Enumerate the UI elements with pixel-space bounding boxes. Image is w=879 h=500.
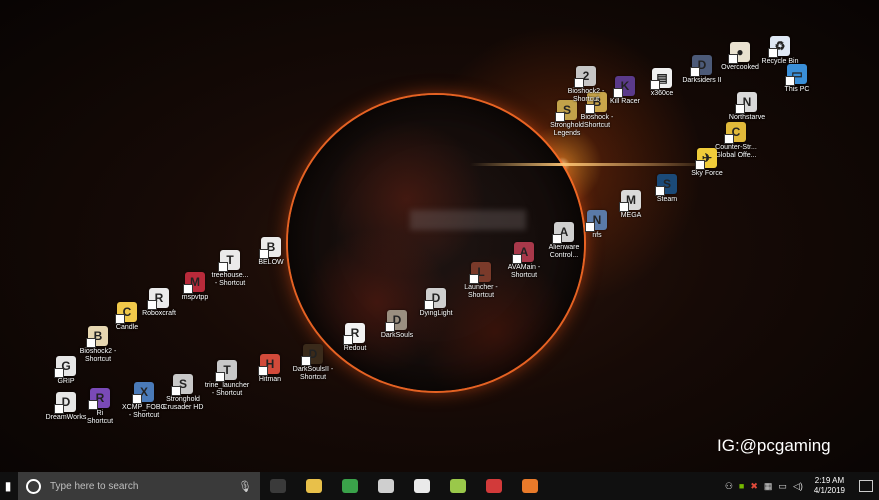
alienware-icon[interactable]: A [552,222,574,244]
hitman-icon[interactable]: H [258,354,280,376]
desktop-icon-label[interactable]: Roboxcraft [142,310,176,318]
desktop-icon[interactable]: B BELOW [241,237,301,267]
desktop-icon-label[interactable]: GRIP [57,378,74,386]
computer-icon[interactable]: ▭ [785,64,807,86]
taskbar-pinned-app[interactable] [260,472,296,500]
below-icon[interactable]: B [259,237,281,259]
dying-light-icon[interactable]: D [424,288,446,310]
system-tray: ⚇ ■ ✖ ▦ ▭ ◁) 2:19 AM 4/1/2019 [722,472,879,500]
blurred-region [410,210,526,230]
dreamworks-icon[interactable]: D [54,392,76,414]
desktop-icon-label[interactable]: Bioshock2 - Shortcut [80,348,117,364]
clock[interactable]: 2:19 AM 4/1/2019 [814,476,845,496]
obs-icon[interactable] [414,479,430,493]
desktop-icon-label[interactable]: Stronghold Legends [550,122,584,138]
recycle-bin-icon[interactable]: ♻ [768,36,790,58]
desktop-icon-label[interactable]: DarkSouls [381,332,413,340]
mega-icon[interactable]: M [619,190,641,212]
file-icon[interactable]: ▤ [650,68,672,90]
cortana-icon[interactable] [26,478,41,494]
taskbar-pinned-app[interactable] [332,472,368,500]
desktop-icon-label[interactable]: Northstarve [729,114,765,122]
treehouse-icon[interactable]: T [218,250,240,272]
desktop-icon-label[interactable]: mspvtpp [182,294,208,302]
desktop-icon[interactable]: ▭ This PC [767,64,827,94]
desktop-icon-label[interactable]: treehouse... - Shortcut [212,272,249,288]
app-icon[interactable] [522,479,538,493]
desktop-icon-label[interactable]: AVAMain - Shortcut [508,264,540,280]
windows-start-icon[interactable]: ▮ [0,472,16,500]
redout-icon[interactable]: R [343,323,365,345]
desktop-icon[interactable]: D DreamWorks [36,392,96,422]
taskbar-pinned-app[interactable] [476,472,512,500]
avamain-icon[interactable]: A [512,242,534,264]
desktop-icon-label[interactable]: Redout [344,345,367,353]
launcher-icon[interactable]: L [469,262,491,284]
people-icon[interactable]: ⚇ [725,481,733,492]
dark-souls-icon[interactable]: D [385,310,407,332]
antivirus-icon[interactable]: ✖ [750,481,758,492]
game-launcher-icon[interactable] [450,479,466,493]
taskbar-pinned-app[interactable] [296,472,332,500]
video-editor-icon[interactable] [378,479,394,493]
taskbar-pinned-app[interactable] [404,472,440,500]
file-explorer-icon[interactable] [306,479,322,493]
chrome-icon[interactable] [342,479,358,493]
nvidia-icon[interactable]: ■ [739,481,744,491]
desktop-icon-label[interactable]: DreamWorks [46,414,87,422]
network-icon[interactable]: ▦ [764,481,773,492]
dark-souls-2-icon[interactable]: D [301,344,323,366]
clock-time: 2:19 AM [814,476,845,485]
desktop-icon-label[interactable]: This PC [785,86,810,94]
overcooked-icon[interactable]: ● [728,42,750,64]
csgo-icon[interactable]: C [724,122,746,144]
desktop-icon-label[interactable]: Bioshock2 - Shortcut [568,88,605,104]
desktop-icon-label[interactable]: Hitman [259,376,281,384]
desktop-icon[interactable]: N Northstarve [717,92,777,122]
taskbar-pinned-app[interactable] [512,472,548,500]
taskbar: ▮ Type here to search 🎙 ⚇ ■ ✖ ▦ ▭ ◁) 2:1… [0,472,879,500]
search-placeholder[interactable]: Type here to search [50,481,238,492]
northstarve-icon[interactable]: N [735,92,757,114]
task-view-icon[interactable] [270,479,286,493]
bioshock2-icon[interactable]: 2 [574,66,596,88]
desktop-icon-label[interactable]: Launcher - Shortcut [464,284,497,300]
desktop: ♻ Recycle Bin ▭ This PC ● Overcooked D Darkside… [0,0,879,472]
sky-force-icon[interactable]: ✈ [695,148,717,170]
clock-date: 4/1/2019 [813,486,845,495]
speaker-icon[interactable]: ◁) [793,481,803,492]
watermark: IG:@pcgaming [717,436,831,455]
microphone-icon[interactable]: 🎙 [238,480,252,493]
notification-icon[interactable] [859,480,873,492]
desktop-icon[interactable]: S Stronghold Legends [537,100,597,138]
desktop-icon-label[interactable]: BELOW [258,259,283,267]
trine-icon[interactable]: T [215,360,237,382]
battery-icon[interactable]: ▭ [778,481,787,492]
media-player-icon[interactable] [486,479,502,493]
desktop-icon-label[interactable]: Candle [116,324,138,332]
stronghold-crusader-icon[interactable]: S [171,374,193,396]
desktop-icon[interactable]: 2 Bioshock2 - Shortcut [556,66,616,104]
taskbar-pinned-app[interactable] [440,472,476,500]
xcmp-icon[interactable]: X [132,382,154,404]
taskbar-pinned-app[interactable] [368,472,404,500]
darksiders-icon[interactable]: D [690,55,712,77]
search-box[interactable]: Type here to search 🎙 [18,472,260,500]
